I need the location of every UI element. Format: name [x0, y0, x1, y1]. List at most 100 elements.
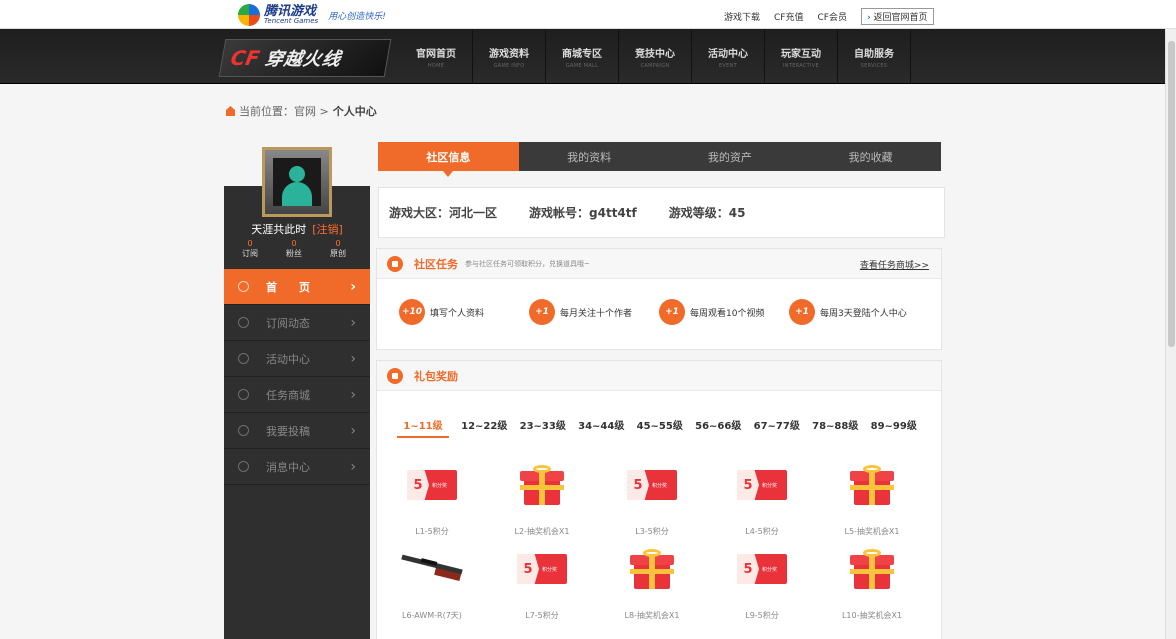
stat-subscribe[interactable]: 0 订阅: [236, 239, 264, 258]
task-points-badge: +1: [529, 299, 555, 325]
chevron-right-icon: ›: [350, 351, 356, 367]
brand-prefix: CF: [228, 46, 262, 70]
gift-caption: L9-5积分: [745, 611, 779, 620]
level-tab[interactable]: 89~99级: [865, 417, 924, 438]
top-links: 游戏下载 CF充值 CF会员 › 返回官网首页: [724, 8, 934, 25]
task-points-badge: +1: [659, 299, 685, 325]
link-cf-member[interactable]: CF会员: [817, 10, 846, 23]
gift-item[interactable]: L8-抽奖机会X1: [597, 545, 707, 629]
sidebar-item-events[interactable]: 活动中心 ›: [224, 341, 370, 377]
cf-brand-logo[interactable]: CF 穿越火线: [218, 39, 392, 77]
nav-sub: CAMPAIGN: [640, 62, 670, 69]
stat-fans[interactable]: 0 粉丝: [280, 239, 308, 258]
level-tab[interactable]: 1~11级: [397, 417, 449, 438]
gift-item[interactable]: 5 积分奖 L3-5积分: [597, 461, 707, 545]
link-game-download[interactable]: 游戏下载: [724, 10, 760, 23]
nav-item-campaign[interactable]: 竞技中心 CAMPAIGN: [619, 29, 692, 84]
gift-caption: L2-抽奖机会X1: [514, 527, 570, 536]
level-tab[interactable]: 23~33级: [514, 417, 573, 438]
user-name: 天涯共此时: [251, 223, 307, 236]
avatar[interactable]: [262, 147, 332, 217]
main-nav: CF 穿越火线 官网首页 HOME 游戏资料 GAME INFO 商城专区 GAME …: [0, 29, 1176, 84]
stat-original[interactable]: 0 原创: [324, 239, 352, 258]
gift-caption: L3-5积分: [635, 527, 669, 536]
level-tab[interactable]: 45~55级: [631, 417, 690, 438]
user-name-row: 天涯共此时 [注销]: [224, 221, 370, 237]
profile-tabs: 社区信息 我的资料 我的资产 我的收藏: [378, 142, 941, 177]
gift-item[interactable]: L5-抽奖机会X1: [817, 461, 927, 545]
level-tab[interactable]: 56~66级: [689, 417, 748, 438]
level-tab[interactable]: 78~88级: [806, 417, 865, 438]
chevron-right-icon: ›: [350, 279, 356, 295]
tasks-subtitle: 参与社区任务可领取积分，兑换道具哦~: [465, 259, 590, 268]
nav-label: 自助服务: [854, 48, 894, 60]
nav-item-services[interactable]: 自助服务 SERVICES: [838, 29, 911, 84]
message-icon: [238, 461, 249, 472]
tab-my-profile[interactable]: 我的资料: [519, 142, 660, 171]
nav-sub: HOME: [427, 62, 445, 69]
logout-link[interactable]: [注销]: [312, 223, 343, 236]
points-number: 5: [627, 470, 649, 500]
gift-item[interactable]: 5 积分奖 L1-5积分: [377, 461, 487, 545]
nav-item-interactive[interactable]: 玩家互动 INTERACTIVE: [765, 29, 838, 84]
nav-item-mall[interactable]: 商城专区 GAME MALL: [546, 29, 619, 84]
tencent-games-logo[interactable]: 腾讯游戏 Tencent Games 用心创造快乐!: [238, 3, 386, 27]
gift-item[interactable]: 5 积分奖 L9-5积分: [707, 545, 817, 629]
nav-item-game-info[interactable]: 游戏资料 GAME INFO: [473, 29, 546, 84]
nav-sub: SERVICES: [860, 62, 888, 69]
sidebar-item-submit[interactable]: 我要投稿 ›: [224, 413, 370, 449]
sidebar-item-label: 消息中心: [266, 460, 310, 474]
nav-sub: EVENT: [718, 62, 738, 69]
tab-my-favorites[interactable]: 我的收藏: [800, 142, 941, 171]
gift-item[interactable]: L2-抽奖机会X1: [487, 461, 597, 545]
sidebar-item-home[interactable]: 首 页 ›: [224, 269, 370, 305]
sidebar-item-messages[interactable]: 消息中心 ›: [224, 449, 370, 485]
user-avatar-icon: [273, 158, 321, 206]
view-task-mall-link[interactable]: 查看任务商城>>: [860, 258, 929, 271]
home-icon: [226, 106, 235, 116]
gift-box-icon: [850, 465, 894, 505]
task-item[interactable]: +1 每月关注十个作者: [529, 299, 659, 325]
breadcrumb-prefix[interactable]: 当前位置：官网 >: [239, 103, 329, 119]
gift-caption: L4-5积分: [745, 527, 779, 536]
sidebar-item-subscriptions[interactable]: 订阅动态 ›: [224, 305, 370, 341]
game-level: 游戏等级：45: [668, 206, 746, 220]
tab-community-info[interactable]: 社区信息: [378, 142, 519, 177]
task-label: 填写个人资料: [430, 308, 485, 319]
gift-item[interactable]: L10-抽奖机会X1: [817, 545, 927, 629]
task-item[interactable]: +1 每周观看10个视频: [659, 299, 789, 325]
level-tabs: 1~11级 12~22级 23~33级 34~44级 45~55级 56~66级…: [377, 391, 941, 438]
document-icon: [238, 425, 249, 436]
level-tab[interactable]: 34~44级: [572, 417, 631, 438]
link-cf-recharge[interactable]: CF充值: [774, 10, 803, 23]
sidebar-item-task-mall[interactable]: 任务商城 ›: [224, 377, 370, 413]
gift-caption: L8-抽奖机会X1: [624, 611, 680, 620]
task-label: 每周3天登陆个人中心: [820, 308, 907, 319]
points-label: 积分奖: [762, 482, 778, 489]
task-item[interactable]: +10 填写个人资料: [399, 299, 529, 325]
page-scrollbar[interactable]: [1165, 29, 1176, 639]
top-bar: 腾讯游戏 Tencent Games 用心创造快乐! 游戏下载 CF充值 CF会…: [0, 0, 1176, 29]
nav-item-event[interactable]: 活动中心 EVENT: [692, 29, 765, 84]
chevron-right-icon: ›: [350, 423, 356, 439]
points-reward-icon: 5 积分奖: [627, 470, 677, 500]
task-item[interactable]: +1 每周3天登陆个人中心: [789, 299, 919, 325]
level-tab[interactable]: 12~22级: [455, 417, 514, 438]
gift-item[interactable]: 5 积分奖 L7-5积分: [487, 545, 597, 629]
sniper-rifle-icon: [401, 554, 463, 584]
gifts-title: 礼包奖励: [414, 369, 458, 383]
back-to-home-button[interactable]: › 返回官网首页: [860, 8, 934, 25]
gift-item[interactable]: 5 积分奖 L4-5积分: [707, 461, 817, 545]
points-reward-icon: 5 积分奖: [517, 554, 567, 584]
task-label: 每月关注十个作者: [560, 308, 633, 319]
sidebar-item-label: 活动中心: [266, 352, 310, 366]
points-reward-icon: 5 积分奖: [737, 470, 787, 500]
gift-item[interactable]: L6-AWM-R(7天): [377, 545, 487, 629]
level-tab[interactable]: 67~77级: [748, 417, 807, 438]
scrollbar-thumb[interactable]: [1168, 41, 1175, 347]
chevron-right-icon: ›: [350, 315, 356, 331]
nav-item-home[interactable]: 官网首页 HOME: [400, 29, 473, 84]
stat-label: 原创: [330, 248, 346, 258]
target-icon: [238, 353, 249, 364]
tab-my-assets[interactable]: 我的资产: [660, 142, 801, 171]
